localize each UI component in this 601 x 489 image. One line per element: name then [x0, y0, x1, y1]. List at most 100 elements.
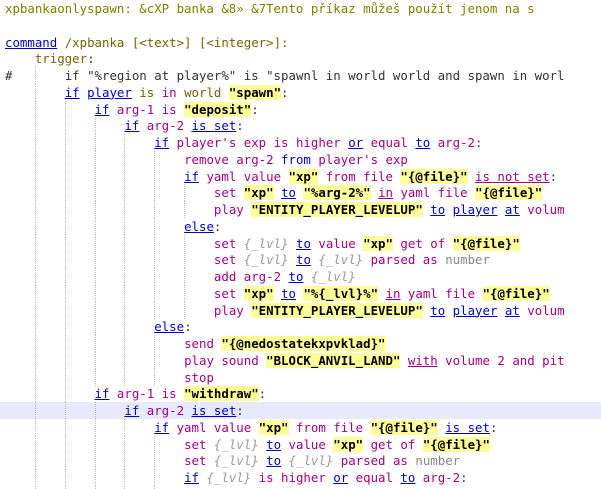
- indent-guide: [124, 201, 126, 218]
- indent-guide: [64, 268, 66, 285]
- code-line[interactable]: xpbankaonlyspawn: &cXP banka &8» &7Tento…: [0, 0, 601, 17]
- code-token: at: [504, 302, 520, 318]
- current-line[interactable]: if arg-2 is set:: [0, 402, 601, 419]
- code-text: if arg-1 is "withdraw":: [95, 385, 266, 402]
- code-line[interactable]: [0, 17, 601, 34]
- code-token: to: [266, 436, 282, 452]
- indent-guide: [154, 234, 156, 252]
- code-line[interactable]: if arg-1 is "withdraw":: [0, 385, 601, 403]
- code-text: play "ENTITY_PLAYER_LEVELUP" to player a…: [214, 201, 565, 218]
- indent-guide: [34, 368, 36, 386]
- code-line[interactable]: command /xpbanka [<text>] [<integer>]:: [0, 34, 601, 51]
- code-token: with: [407, 352, 438, 368]
- code-line[interactable]: send "{@nedostatekxpvklad}": [0, 335, 601, 352]
- code-token: number: [415, 453, 461, 469]
- code-token: {_lvl}: [198, 470, 259, 485]
- indent-guide: [124, 150, 126, 168]
- code-text: xpbankaonlyspawn: &cXP banka &8» &7Tento…: [5, 0, 535, 17]
- indent-guide: [184, 234, 186, 252]
- code-token: player's exp: [310, 151, 408, 167]
- code-token: trigger: [34, 51, 88, 67]
- code-token: if "%region at player%" is "spawnl in wo…: [64, 68, 565, 83]
- indent-guide: [124, 351, 126, 369]
- code-token: {_lvl}: [281, 453, 341, 469]
- code-token: in: [161, 84, 177, 100]
- code-token: [<text>] [<integer>]:: [124, 34, 289, 50]
- code-line[interactable]: if yaml value "xp" from file "{@file}" i…: [0, 167, 601, 185]
- code-line[interactable]: if {_lvl} is higher or equal to arg-2:: [0, 469, 601, 486]
- indent-guide: [124, 268, 126, 285]
- indent-guide: [64, 469, 66, 486]
- code-token: "ENTITY_PLAYER_LEVELUP": [251, 202, 423, 217]
- code-token: volume 2 and pit: [437, 352, 565, 368]
- code-token: :: [236, 118, 244, 134]
- code-editor[interactable]: xpbankaonlyspawn: &cXP banka &8» &7Tento…: [0, 0, 601, 489]
- indent-guide: [154, 368, 156, 386]
- indent-guide: [184, 184, 186, 202]
- indent-guide: [154, 184, 156, 202]
- code-token: :: [87, 51, 95, 67]
- indent-guide: [154, 435, 156, 453]
- code-line[interactable]: set {_lvl} to value "xp" get of "{@file}…: [0, 234, 601, 252]
- indent-guide: [154, 284, 156, 302]
- code-line[interactable]: trigger:: [0, 50, 601, 67]
- code-token: set: [213, 235, 237, 251]
- indent-guide: [34, 100, 36, 118]
- indent-guide: [154, 452, 156, 470]
- indent-guide: [124, 301, 126, 319]
- code-token: "{@nedostatekxpvklad}": [221, 336, 386, 351]
- indent-guide: [64, 184, 66, 202]
- code-line[interactable]: stop: [0, 368, 601, 386]
- code-token: set: [213, 185, 237, 201]
- indent-guide: [124, 134, 126, 151]
- code-token: value: [310, 235, 364, 251]
- code-line[interactable]: set "xp" to "%arg-2%" in yaml file "{@fi…: [0, 184, 601, 202]
- code-token: {_lvl}: [303, 269, 356, 284]
- code-token: "{@file}": [452, 235, 520, 251]
- code-line[interactable]: else:: [0, 217, 601, 235]
- code-text: play "ENTITY_PLAYER_LEVELUP" to player a…: [214, 302, 565, 319]
- indent-guide: [94, 469, 96, 486]
- code-text: if "%region at player%" is "spawnl in wo…: [65, 67, 565, 84]
- code-line[interactable]: if player's exp is higher or equal to ar…: [0, 134, 601, 151]
- code-line[interactable]: set {_lvl} to {_lvl} parsed as number: [0, 251, 601, 269]
- indent-guide: [64, 301, 66, 319]
- indent-guide: [94, 402, 96, 419]
- code-line[interactable]: if arg-1 is "deposit":: [0, 100, 601, 118]
- code-text: if yaml value "xp" from file "{@file}" i…: [184, 168, 557, 185]
- code-line[interactable]: else:: [0, 318, 601, 336]
- code-token: arg-1 is: [109, 101, 185, 117]
- indent-guide: [34, 351, 36, 369]
- code-line[interactable]: if arg-2 is set:: [0, 117, 601, 135]
- code-token: :: [549, 168, 558, 184]
- comment-hash: #: [5, 68, 13, 83]
- code-line[interactable]: play sound "BLOCK_ANVIL_LAND" with volum…: [0, 351, 601, 369]
- code-line[interactable]: if player is in world "spawn":: [0, 83, 601, 101]
- indent-guide: [64, 368, 66, 386]
- code-text: send "{@nedostatekxpvklad}": [184, 335, 386, 352]
- code-line[interactable]: set {_lvl} to value "xp" get of "{@file}…: [0, 435, 601, 453]
- code-line[interactable]: set "xp" to "%{_lvl}%" in yaml file "{@f…: [0, 284, 601, 302]
- indent-guide: [94, 167, 96, 185]
- indent-guide: [94, 201, 96, 218]
- code-line[interactable]: play "ENTITY_PLAYER_LEVELUP" to player a…: [0, 201, 601, 218]
- code-line[interactable]: remove arg-2 from player's exp: [0, 150, 601, 168]
- indent-guide: [64, 452, 66, 470]
- code-token: "xp": [333, 436, 364, 452]
- code-line[interactable]: play "ENTITY_PLAYER_LEVELUP" to player a…: [0, 301, 601, 319]
- code-line[interactable]: add arg-2 to {_lvl}: [0, 268, 601, 285]
- code-text: if {_lvl} is higher or equal to arg-2:: [184, 469, 468, 486]
- indent-guide: [34, 418, 36, 436]
- indent-guide: [34, 117, 36, 135]
- code-line[interactable]: # if "%region at player%" is "spawnl in w…: [0, 67, 601, 84]
- code-token: yaml file: [393, 185, 476, 201]
- code-token: arg-2: [139, 403, 192, 418]
- indent-guide: [34, 469, 36, 486]
- indent-guide: [94, 301, 96, 319]
- code-line[interactable]: set {_lvl} to {_lvl} parsed as number: [0, 452, 601, 470]
- code-line[interactable]: if yaml value "xp" from file "{@file}" i…: [0, 418, 601, 436]
